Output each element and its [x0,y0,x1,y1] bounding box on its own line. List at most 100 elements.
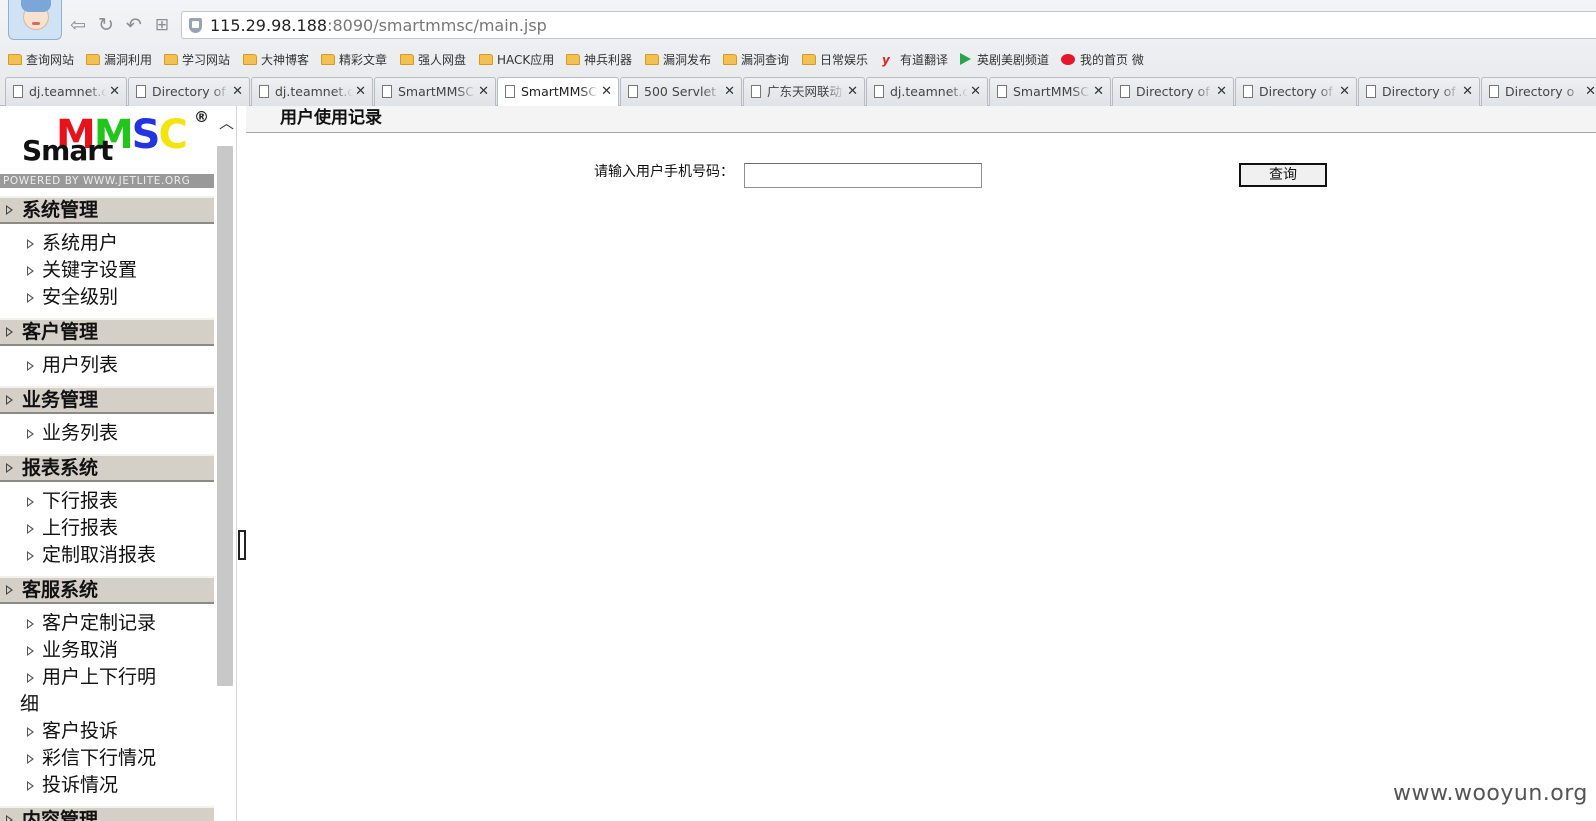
menu-item[interactable]: 安全级别 [0,284,176,311]
menu-section-header[interactable]: 内容管理 [0,806,214,821]
close-icon[interactable]: ✕ [847,78,858,106]
tab-active[interactable]: SmartMMSC ✕ [497,77,619,106]
menu-item[interactable]: 用户列表 [0,352,176,379]
side-menu: 系统管理系统用户 关键字设置 安全级别客户管理用户列表业务管理业务列表报表系统下行报… [0,191,214,821]
bookmark-item[interactable]: 大神博客 [243,50,309,70]
menu-item[interactable]: 客户定制记录 [0,610,176,637]
play-icon [960,53,971,65]
menu-item[interactable]: 用户上下行明细 [0,664,156,718]
left-scrollbar[interactable]: ︿ [215,106,236,821]
query-button[interactable]: 查询 [1239,163,1327,187]
tab[interactable]: 广东天网联动 ✕ [743,77,865,106]
close-icon[interactable]: ✕ [232,78,243,106]
bookmark-item[interactable]: 英剧美剧频道 [960,50,1049,70]
bookmark-label: 强人网盘 [418,53,467,67]
page-title: 用户使用记录 [246,106,1596,133]
bookmark-item[interactable]: 学习网站 [164,50,230,70]
bookmark-label: 学习网站 [182,53,231,67]
logo-registered: ® [194,108,209,126]
menu-item-label: 用户列表 [42,354,119,376]
tab[interactable]: dj.teamnet.cc ✕ [5,77,127,106]
tab[interactable]: dj.teamnet.cc ✕ [251,77,373,106]
bookmark-item[interactable]: 漏洞查询 [723,50,789,70]
browser-chrome: ⇦ ↻ ↶ ⊞ 115.29.98.188:8090/smartmmsc/mai… [0,0,1596,106]
reload-icon[interactable]: ↻ [95,14,117,36]
tab[interactable]: Directory of ✕ [1112,77,1234,106]
undo-icon[interactable]: ↶ [123,14,145,36]
menu-section-items: 客户定制记录业务取消 用户上下行明细 客户投诉 彩信下行情况 投诉情况 [0,604,214,801]
triangle-right-icon [6,463,13,473]
menu-item[interactable]: 下行报表 [0,488,176,515]
menu-item[interactable]: 上行报表 [0,515,176,542]
bookmark-item[interactable]: 漏洞发布 [645,50,711,70]
bookmark-label: 漏洞利用 [104,53,153,67]
bookmark-item[interactable]: 强人网盘 [400,50,466,70]
close-icon[interactable]: ✕ [1093,78,1104,106]
menu-item[interactable]: 定制取消报表 [0,542,176,569]
menu-item-label: 客户定制记录 [42,612,157,634]
bookmark-label: 精彩文章 [339,53,388,67]
menu-item[interactable]: 业务取消 [0,637,176,664]
close-icon[interactable]: ✕ [478,78,489,106]
phone-number-input[interactable] [744,163,982,188]
close-icon[interactable]: ✕ [724,78,735,106]
close-icon[interactable]: ✕ [1462,78,1473,106]
menu-section-header[interactable]: 报表系统 [0,454,214,482]
splitter-grip[interactable] [238,530,246,560]
close-icon[interactable]: ✕ [601,78,612,106]
menu-item[interactable]: 业务列表 [0,420,176,447]
tab[interactable]: Directory of ✕ [128,77,250,106]
close-icon[interactable]: ✕ [970,78,981,106]
bookmark-item[interactable]: y 有道翻译 [882,50,948,70]
menu-section-header[interactable]: 客户管理 [0,318,214,346]
menu-item[interactable]: 关键字设置 [0,257,176,284]
tab[interactable]: 500 Servlet E ✕ [620,77,742,106]
menu-section-header[interactable]: 客服系统 [0,576,214,604]
wooyun-watermark: www.wooyun.org [1393,781,1588,806]
folder-icon [86,54,100,65]
menu-section-header[interactable]: 系统管理 [0,196,214,224]
tab[interactable]: Directory of ✕ [1235,77,1357,106]
close-icon[interactable]: ✕ [1216,78,1227,106]
triangle-right-icon [27,551,34,561]
triangle-right-icon [27,673,34,683]
bookmark-item[interactable]: 神兵利器 [566,50,632,70]
menu-item[interactable]: 彩信下行情况 [0,745,176,772]
bookmark-item[interactable]: 漏洞利用 [86,50,152,70]
tab-strip: dj.teamnet.cc ✕ Directory of ✕ dj.teamnet.cc… [0,77,1596,106]
scroll-up-icon[interactable]: ︿ [219,116,234,131]
grid-icon[interactable]: ⊞ [151,14,173,36]
tab[interactable]: Directory of ✕ [1358,77,1480,106]
menu-item[interactable]: 投诉情况 [0,772,176,799]
bookmark-item[interactable]: HACK应用 [479,50,554,70]
menu-section-header[interactable]: 业务管理 [0,386,214,414]
scrollbar-thumb[interactable] [217,146,233,686]
bookmark-item[interactable]: 日常娱乐 [802,50,868,70]
back-arrow-icon[interactable]: ⇦ [67,14,89,36]
menu-item[interactable]: 系统用户 [0,230,176,257]
profile-avatar[interactable] [8,0,62,40]
close-icon[interactable]: ✕ [1585,78,1596,106]
menu-section-title: 系统管理 [22,199,99,221]
tab[interactable]: SmartMMSC ✕ [374,77,496,106]
tab[interactable]: SmartMMSC ✕ [989,77,1111,106]
tab[interactable]: dj.teamnet.cc ✕ [866,77,988,106]
bookmark-item[interactable]: 我的首页 微 [1061,50,1144,70]
tab-title: Directory of [152,84,226,99]
close-icon[interactable]: ✕ [355,78,366,106]
frame-splitter[interactable] [236,106,246,821]
bookmark-label: 漏洞查询 [741,53,790,67]
bookmark-item[interactable]: 查询网站 [8,50,74,70]
triangle-right-icon [27,727,34,737]
menu-item[interactable]: 客户投诉 [0,718,176,745]
menu-section-items: 用户列表 [0,346,214,381]
tab-title: 广东天网联动 [767,84,843,99]
address-bar[interactable]: 115.29.98.188:8090/smartmmsc/main.jsp [181,11,1596,39]
close-icon[interactable]: ✕ [109,78,120,106]
youdao-icon: y [882,53,890,67]
close-icon[interactable]: ✕ [1339,78,1350,106]
bookmark-label: 有道翻译 [900,53,949,67]
bookmark-item[interactable]: 精彩文章 [321,50,387,70]
tab[interactable]: Directory o ✕ [1481,77,1596,106]
phone-number-label: 请输入用户手机号码： [594,164,734,180]
